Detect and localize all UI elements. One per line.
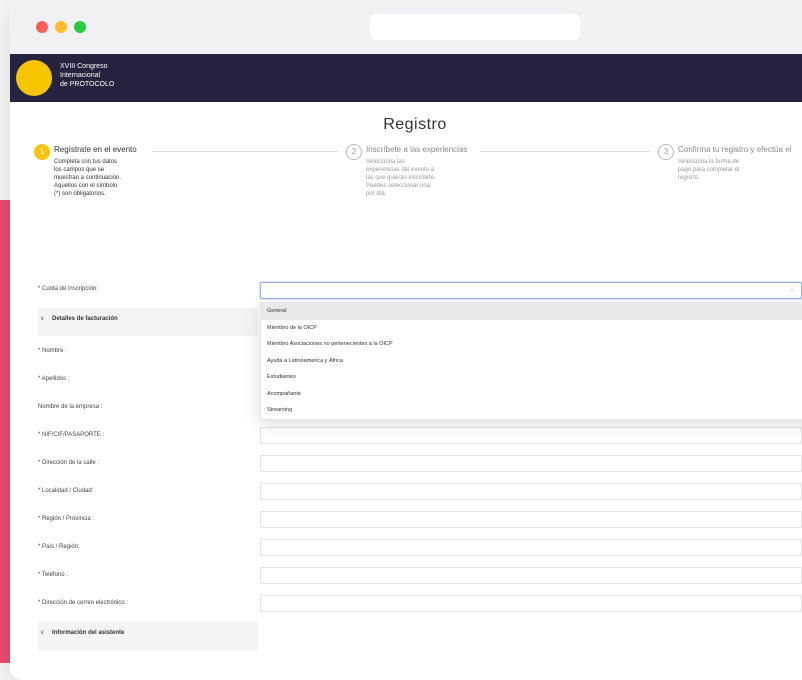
cuota-label: * Cuota de inscripción: (38, 286, 99, 292)
chevron-down-icon: ∨ (40, 630, 45, 636)
step-divider (480, 151, 650, 152)
step-1-description: Completa con tus datos los campos que se… (54, 159, 122, 197)
localidad-input[interactable] (260, 483, 802, 500)
region-label: * Región / Provincia : (38, 516, 95, 522)
step-3-description: Selecciona la forma de pago para complet… (678, 159, 740, 181)
dropdown-option[interactable]: Ayuda a Latinoamerica y África (261, 353, 802, 370)
step-divider (152, 151, 338, 152)
nif-label: * NIF/CIF/PASAPORTE : (38, 432, 105, 438)
nif-input[interactable] (260, 427, 802, 444)
field-row-nif: * NIF/CIF/PASAPORTE : (38, 426, 802, 454)
field-row-email: * Dirección de correo electrónico : (38, 594, 802, 622)
field-row-telefono: * Teléfono : (38, 566, 802, 594)
page-title: Registro (383, 116, 447, 133)
attendee-section-header[interactable]: ∨ Información del asistente (38, 622, 258, 650)
region-input[interactable] (260, 511, 802, 528)
site-header: XVIII Congreso Internacional de PROTOCOL… (10, 54, 802, 102)
cuota-dropdown-menu: General Miembro de la OICP Miembro Asoci… (260, 302, 802, 420)
close-window-button[interactable] (36, 21, 48, 33)
calle-input[interactable] (260, 455, 802, 472)
chevron-down-icon: ⌄ (789, 286, 795, 293)
minimize-window-button[interactable] (55, 21, 67, 33)
nombre-label: * Nombre : (38, 348, 67, 354)
field-row-localidad: * Localidad / Ciudad: (38, 482, 802, 510)
localidad-label: * Localidad / Ciudad: (38, 488, 94, 494)
billing-section-header[interactable]: ∨ Detalles de facturación (38, 308, 258, 336)
telefono-label: * Teléfono : (38, 572, 68, 578)
empresa-label: Nombre de la empresa : (38, 404, 103, 410)
field-row-pais: * País / Región: (38, 538, 802, 566)
logo-line-3: de PROTOCOLO (60, 81, 115, 88)
telefono-input[interactable] (260, 567, 802, 584)
step-3-title: Confirma tu registro y efectúa el (678, 145, 792, 154)
attendee-section-title: Información del asistente (52, 630, 125, 636)
dropdown-option[interactable]: Streaming (261, 402, 802, 419)
step-2-description: Selecciona las experiencias del evento a… (366, 159, 436, 197)
step-2-number: 2 (346, 144, 362, 160)
logo-text: XVIII Congreso Internacional de PROTOCOL… (60, 62, 114, 89)
cuota-select[interactable]: ⌄ (260, 282, 802, 299)
pais-input[interactable] (260, 539, 802, 556)
dropdown-option[interactable]: Miembro de la OICP (261, 320, 802, 337)
browser-titlebar (10, 0, 802, 54)
registration-steps: 1 Regístrate en el evento Completa con t… (10, 144, 802, 284)
logo-line-1: XVIII Congreso (60, 63, 108, 70)
dropdown-option[interactable]: General (261, 303, 802, 320)
dropdown-option[interactable]: Acompañante (261, 386, 802, 403)
logo-line-2: Internacional (60, 72, 101, 79)
step-1-number: 1 (34, 144, 50, 160)
apellidos-label: * Apellidos : (38, 376, 70, 382)
billing-section-title: Detalles de facturación (52, 316, 118, 322)
address-bar[interactable] (370, 14, 580, 40)
maximize-window-button[interactable] (74, 21, 86, 33)
dropdown-option[interactable]: Miembro Asociaciones no pertenecientes a… (261, 336, 802, 353)
email-label: * Dirección de correo electrónico : (38, 600, 129, 606)
chevron-down-icon: ∨ (40, 316, 45, 322)
pais-label: * País / Región: (38, 544, 80, 550)
calle-label: * Dirección de la calle : (38, 460, 100, 466)
step-2-title: Inscríbete a las experiencias (366, 145, 468, 154)
step-3-number: 3 (658, 144, 674, 160)
step-1-title: Regístrate en el evento (54, 145, 137, 154)
logo-icon[interactable] (16, 60, 52, 96)
field-row-region: * Región / Provincia : (38, 510, 802, 538)
dropdown-option[interactable]: Estudiantes (261, 369, 802, 386)
field-row-calle: * Dirección de la calle : (38, 454, 802, 482)
email-input[interactable] (260, 595, 802, 612)
